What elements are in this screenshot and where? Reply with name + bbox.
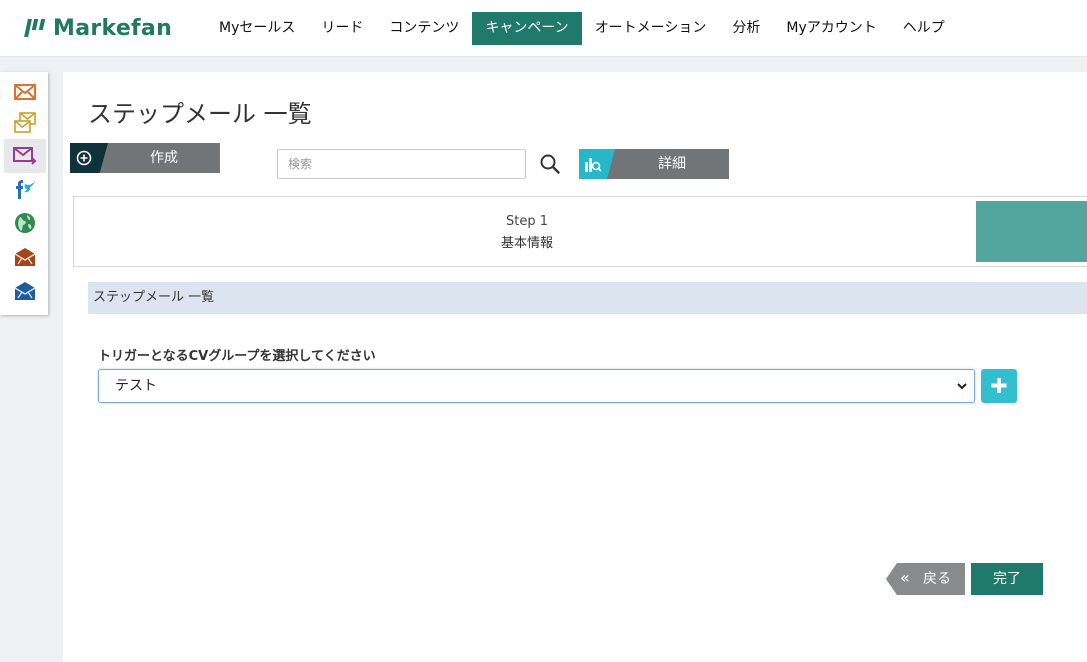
nav-item-my-sales[interactable]: Myセールス bbox=[206, 12, 308, 45]
step-1: Step 1 基本情報 bbox=[74, 214, 980, 251]
sidebar-item-step-mail[interactable] bbox=[4, 139, 46, 173]
nav-item-automation[interactable]: オートメーション bbox=[582, 12, 720, 45]
logo-text: Markefan bbox=[53, 15, 173, 41]
mail-campaign-icon bbox=[14, 248, 36, 266]
multi-mail-icon bbox=[14, 112, 36, 133]
sidebar-item-social[interactable] bbox=[4, 172, 46, 206]
step-name: 基本情報 bbox=[500, 236, 553, 251]
plus-icon bbox=[991, 378, 1007, 393]
trigger-select-value: テスト bbox=[115, 378, 157, 394]
section-header: ステップメール 一覧 bbox=[88, 282, 1087, 314]
back-button-label: 戻る bbox=[923, 571, 951, 587]
create-button-label: 作成 bbox=[150, 150, 178, 166]
detail-chart-icon bbox=[585, 158, 602, 172]
back-button[interactable]: « 戻る bbox=[886, 563, 965, 595]
nav-item-analytics[interactable]: 分析 bbox=[719, 12, 773, 45]
search-button[interactable] bbox=[539, 153, 561, 175]
trigger-select[interactable]: テスト bbox=[98, 369, 975, 403]
nav-item-help[interactable]: ヘルプ bbox=[890, 12, 958, 45]
trigger-field-label: トリガーとなるCVグループを選択してください bbox=[98, 349, 376, 364]
sidebar-item-multi-mail[interactable] bbox=[4, 106, 46, 140]
search-input[interactable] bbox=[277, 149, 526, 179]
chevron-down-icon bbox=[957, 383, 967, 390]
sidebar-item-mail-campaign[interactable] bbox=[4, 240, 46, 274]
nav-item-leads[interactable]: リード bbox=[308, 12, 376, 45]
nav-item-my-account[interactable]: Myアカウント bbox=[773, 12, 889, 45]
top-header: Markefan Myセールス リード コンテンツ キャンペーン オートメーショ… bbox=[0, 0, 1087, 57]
step-mail-icon bbox=[13, 147, 37, 165]
sidebar-item-mail-blue[interactable] bbox=[4, 274, 46, 308]
step-number: Step 1 bbox=[505, 214, 548, 229]
plus-circle-icon bbox=[76, 150, 92, 166]
mail-icon bbox=[14, 84, 36, 100]
globe-icon bbox=[15, 213, 35, 233]
double-chevron-left-icon: « bbox=[900, 568, 910, 587]
sidebar-item-web[interactable] bbox=[4, 206, 46, 240]
main-panel: ステップメール 一覧 作成 詳細 Step 1 基本情報 ステップメール 一覧 … bbox=[63, 72, 1087, 662]
sidebar bbox=[0, 72, 48, 315]
sidebar-item-mail[interactable] bbox=[4, 75, 46, 109]
detail-button[interactable]: 詳細 bbox=[579, 149, 729, 179]
nav-item-campaign[interactable]: キャンペーン bbox=[472, 12, 582, 45]
nav-item-contents[interactable]: コンテンツ bbox=[376, 12, 472, 45]
add-cv-group-button[interactable] bbox=[981, 369, 1017, 403]
create-button[interactable]: 作成 bbox=[70, 143, 220, 173]
step-next-block bbox=[976, 201, 1087, 262]
page-title: ステップメール 一覧 bbox=[88, 100, 312, 128]
step-indicator: Step 1 基本情報 bbox=[73, 196, 1087, 267]
social-icon bbox=[16, 180, 35, 199]
main-nav: Myセールス リード コンテンツ キャンペーン オートメーション 分析 Myアカ… bbox=[206, 12, 958, 45]
logo[interactable]: Markefan bbox=[24, 14, 173, 42]
detail-button-label: 詳細 bbox=[658, 156, 686, 172]
done-button[interactable]: 完了 bbox=[971, 563, 1043, 595]
mail-blue-icon bbox=[14, 282, 36, 300]
logo-mark-icon bbox=[24, 19, 47, 37]
search-icon bbox=[540, 154, 560, 174]
